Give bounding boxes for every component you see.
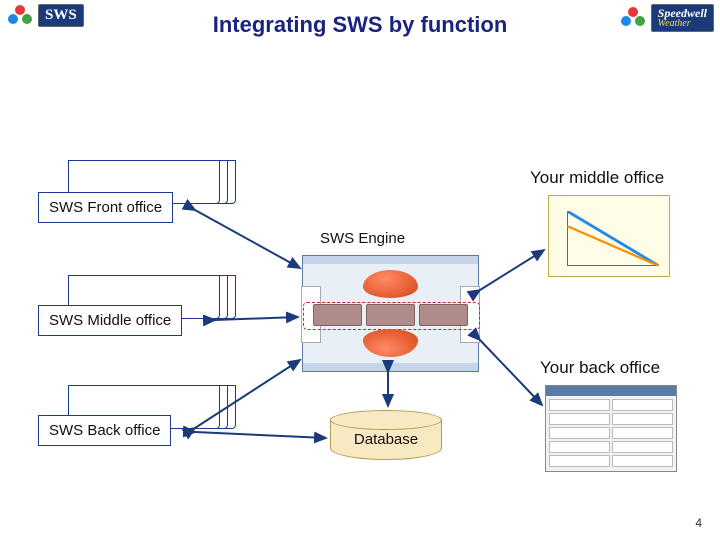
label-your-middle-office: Your middle office xyxy=(530,168,664,188)
slide-title: Integrating SWS by function xyxy=(0,12,720,38)
sphere-icon xyxy=(363,329,418,357)
label-sws-engine: SWS Engine xyxy=(320,230,405,247)
page-number: 4 xyxy=(695,516,702,530)
sphere-icon xyxy=(363,270,418,298)
label-your-back-office: Your back office xyxy=(540,358,660,378)
label-sws-front-office: SWS Front office xyxy=(38,192,173,223)
label-sws-middle-office: SWS Middle office xyxy=(38,305,182,336)
engine-diagram xyxy=(302,255,479,372)
chart-thumbnail xyxy=(548,195,670,277)
form-thumbnail xyxy=(545,385,677,472)
database-cylinder: Database xyxy=(330,410,440,465)
label-sws-back-office: SWS Back office xyxy=(38,415,171,446)
